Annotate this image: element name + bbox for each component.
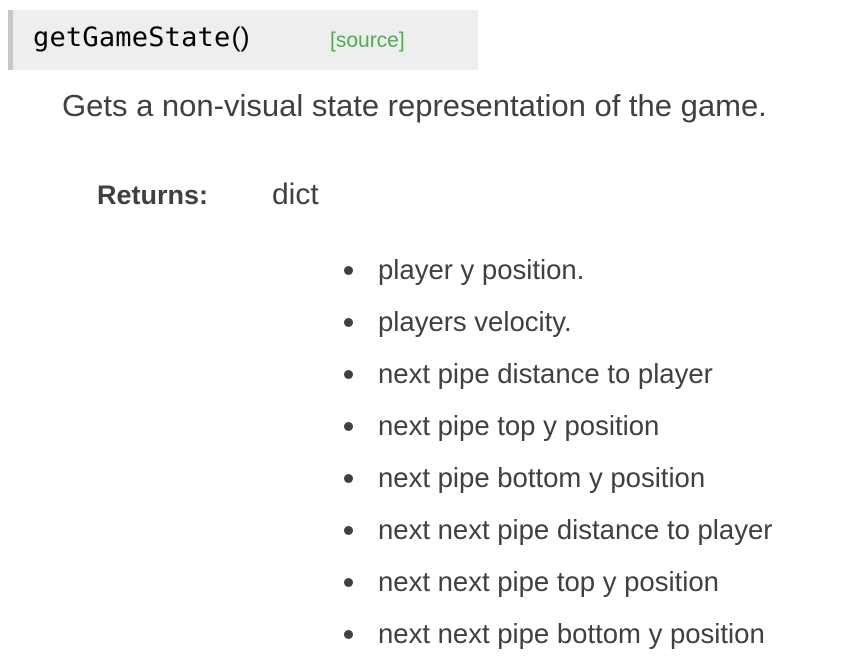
bullet-icon	[344, 474, 353, 483]
list-item-text: next next pipe distance to player	[378, 514, 773, 545]
bullet-icon	[344, 578, 353, 587]
bullet-icon	[344, 318, 353, 327]
bullet-icon	[344, 422, 353, 431]
list-item: next pipe top y position	[340, 406, 772, 458]
bullet-icon	[344, 526, 353, 535]
returns-item-list: player y position. players velocity. nex…	[340, 250, 772, 666]
list-item-text: next pipe bottom y position	[378, 462, 706, 493]
list-item: next next pipe bottom y position	[340, 614, 772, 666]
list-item: next next pipe distance to player	[340, 510, 772, 562]
returns-label: Returns:	[97, 180, 209, 210]
list-item: next pipe bottom y position	[340, 458, 772, 510]
source-link[interactable]: [source]	[330, 29, 405, 53]
list-item-text: next pipe distance to player	[378, 358, 713, 389]
function-name-text: getGameState	[33, 22, 231, 53]
function-parens: ()	[231, 22, 250, 52]
list-item: next next pipe top y position	[340, 562, 772, 614]
function-name: getGameState()	[33, 22, 250, 53]
list-item: players velocity.	[340, 302, 772, 354]
list-item-text: next pipe top y position	[378, 410, 660, 441]
list-item-text: next next pipe bottom y position	[378, 618, 765, 649]
bullet-icon	[344, 266, 353, 275]
function-description: Gets a non-visual state representation o…	[62, 88, 767, 123]
list-item-text: players velocity.	[378, 306, 572, 337]
function-signature: getGameState() [source]	[8, 10, 478, 70]
returns-type: dict	[272, 178, 319, 211]
list-item: next pipe distance to player	[340, 354, 772, 406]
list-item-text: next next pipe top y position	[378, 566, 719, 597]
list-item-text: player y position.	[378, 254, 585, 285]
bullet-icon	[344, 370, 353, 379]
bullet-icon	[344, 630, 353, 639]
list-item: player y position.	[340, 250, 772, 302]
